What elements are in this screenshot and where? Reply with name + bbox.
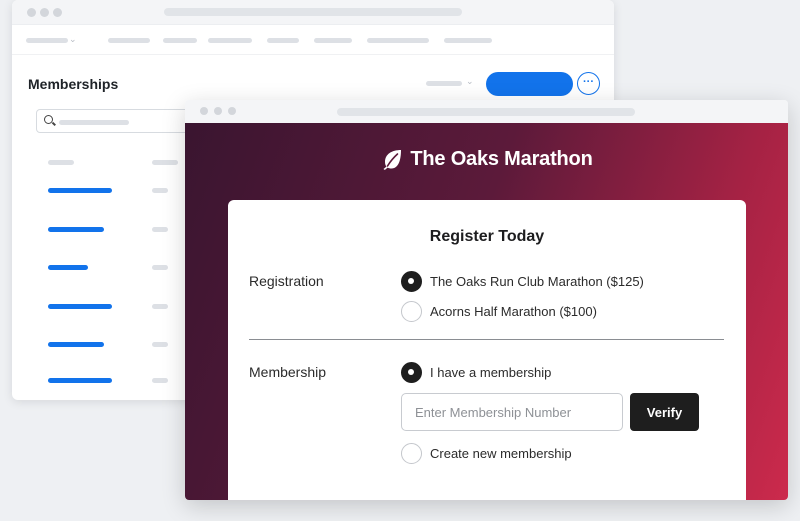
page-title: Memberships	[28, 76, 119, 92]
primary-action-button[interactable]	[486, 72, 573, 96]
search-icon	[44, 115, 53, 124]
option-oaks-run-club-marathon[interactable]: The Oaks Run Club Marathon ($125)	[401, 271, 644, 292]
window-titlebar	[185, 100, 788, 123]
option-label: Acorns Half Marathon ($100)	[430, 304, 597, 319]
address-bar[interactable]	[164, 8, 462, 16]
window-minimize-dot[interactable]	[214, 107, 222, 115]
option-label: I have a membership	[430, 365, 552, 380]
nav-item[interactable]	[314, 38, 352, 43]
option-acorns-half-marathon[interactable]: Acorns Half Marathon ($100)	[401, 301, 597, 322]
option-label: The Oaks Run Club Marathon ($125)	[430, 274, 644, 289]
form-title: Register Today	[429, 228, 545, 245]
table-row-link[interactable]	[48, 265, 88, 270]
more-options-button[interactable]: ···	[577, 72, 600, 95]
radio-button[interactable]	[401, 301, 422, 322]
table-row-link[interactable]	[48, 378, 112, 383]
brand-name: The Oaks Marathon	[410, 147, 593, 170]
brand-header: The Oaks Marathon	[185, 147, 788, 171]
table-row-cell	[152, 378, 168, 383]
table-header-cell	[48, 160, 74, 165]
table-row-link[interactable]	[48, 342, 104, 347]
section-divider	[249, 339, 724, 340]
search-placeholder	[59, 120, 129, 125]
filter-dropdown[interactable]	[426, 81, 462, 86]
membership-number-input[interactable]	[401, 393, 623, 431]
nav-item[interactable]	[444, 38, 492, 43]
table-row-link[interactable]	[48, 304, 112, 309]
radio-button-selected[interactable]	[401, 362, 422, 383]
registration-window: The Oaks Marathon Register Today Registr…	[185, 100, 788, 500]
table-row-link[interactable]	[48, 188, 112, 193]
window-titlebar	[12, 0, 614, 25]
window-maximize-dot[interactable]	[53, 8, 62, 17]
option-have-membership[interactable]: I have a membership	[401, 362, 551, 383]
top-nav: ⌄	[12, 25, 614, 55]
table-row-cell	[152, 188, 168, 193]
registration-page: The Oaks Marathon Register Today Registr…	[185, 123, 788, 500]
radio-button[interactable]	[401, 443, 422, 464]
table-row-cell	[152, 265, 168, 270]
address-bar[interactable]	[337, 108, 635, 116]
registration-section-label: Registration	[249, 273, 324, 289]
registration-form: Register Today Registration The Oaks Run…	[228, 200, 746, 500]
window-close-dot[interactable]	[27, 8, 36, 17]
table-row-cell	[152, 227, 168, 232]
membership-section-label: Membership	[249, 364, 327, 380]
workspace-selector[interactable]	[26, 38, 68, 43]
nav-item[interactable]	[208, 38, 252, 43]
leaf-icon	[383, 150, 402, 170]
table-row-link[interactable]	[48, 227, 104, 232]
window-minimize-dot[interactable]	[40, 8, 49, 17]
option-create-membership[interactable]: Create new membership	[401, 443, 572, 464]
window-close-dot[interactable]	[200, 107, 208, 115]
table-header-cell	[152, 160, 178, 165]
table-row-cell	[152, 342, 168, 347]
nav-item[interactable]	[163, 38, 197, 43]
radio-button-selected[interactable]	[401, 271, 422, 292]
chevron-down-icon: ⌄	[69, 34, 77, 44]
nav-item[interactable]	[108, 38, 150, 43]
nav-item[interactable]	[267, 38, 299, 43]
chevron-down-icon: ⌄	[466, 76, 474, 86]
verify-button[interactable]: Verify	[630, 393, 699, 431]
nav-item[interactable]	[367, 38, 429, 43]
window-maximize-dot[interactable]	[228, 107, 236, 115]
table-row-cell	[152, 304, 168, 309]
option-label: Create new membership	[430, 446, 572, 461]
